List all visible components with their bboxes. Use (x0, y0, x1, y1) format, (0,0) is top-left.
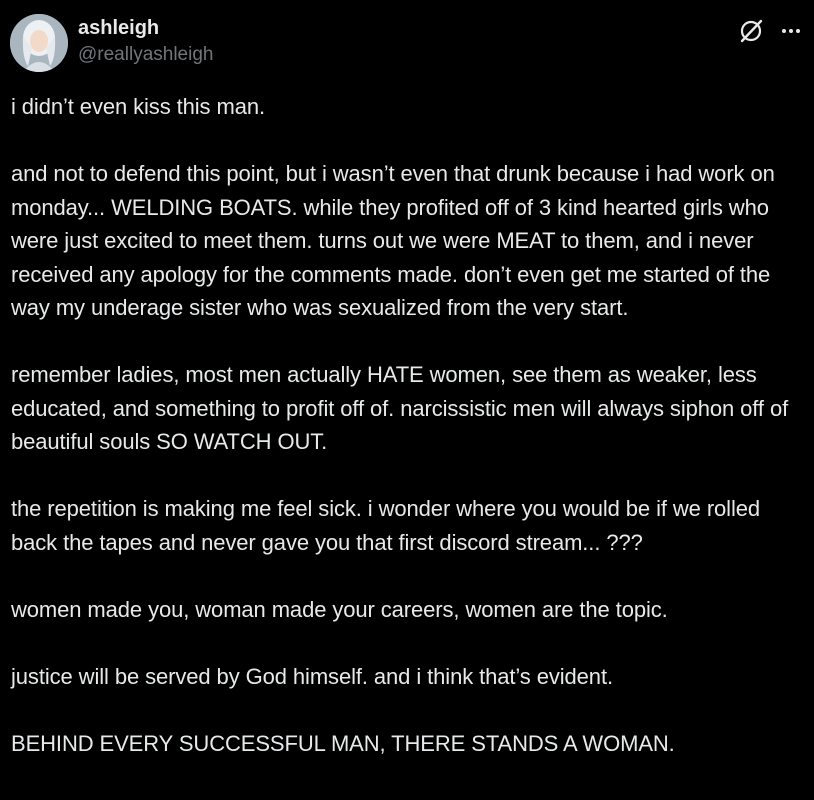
author-info: ashleigh @reallyashleigh (78, 15, 213, 68)
user-handle[interactable]: @reallyashleigh (78, 42, 213, 68)
avatar[interactable] (10, 14, 68, 72)
tweet-paragraph: i didn’t even kiss this man. (11, 94, 265, 119)
tweet-paragraph: justice will be served by God himself. a… (11, 663, 613, 689)
tweet-paragraph: the repetition is making me feel sick. i… (11, 496, 761, 555)
display-name[interactable]: ashleigh (78, 15, 213, 41)
grok-icon[interactable] (736, 16, 766, 46)
tweet-header: ashleigh @reallyashleigh (10, 14, 804, 74)
tweet-paragraph: women made you, woman made your careers,… (11, 596, 668, 622)
tweet-paragraph: and not to defend this point, but i wasn… (11, 161, 775, 320)
tweet-paragraph: remember ladies, most men actually HATE … (11, 362, 789, 454)
tweet-text: i didn’t even kiss this man. and not to … (11, 90, 807, 760)
tweet-paragraph: BEHIND EVERY SUCCESSFUL MAN, THERE STAND… (11, 730, 675, 756)
more-options-icon[interactable] (776, 16, 806, 46)
